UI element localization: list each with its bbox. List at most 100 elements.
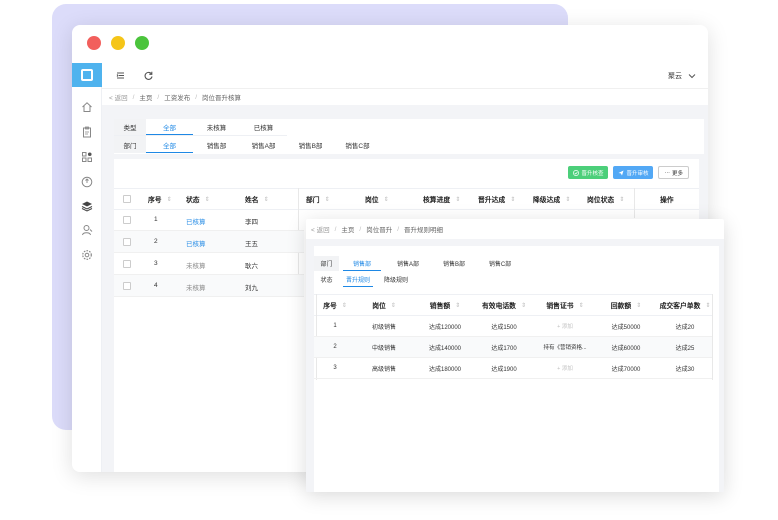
secondary-breadcrumb-home[interactable]: 主页	[341, 224, 354, 234]
promote-check-button[interactable]: 晋升核查	[568, 166, 609, 179]
rules-row-add-cert[interactable]: + 添加	[536, 316, 594, 336]
rules-header-no[interactable]: 序号 ⇕	[317, 295, 353, 315]
secondary-breadcrumb-promotion[interactable]: 岗位晋升	[366, 224, 392, 234]
select-all-checkbox[interactable]	[123, 195, 131, 203]
rules-row-sales: 达成180000	[428, 366, 462, 373]
rules-row-payment: 达成50000	[611, 324, 641, 331]
user-name[interactable]: 聚云	[668, 71, 682, 81]
row-no: 1	[154, 216, 158, 223]
back-link[interactable]: < 返回	[109, 92, 128, 102]
row-no: 3	[154, 260, 158, 267]
dept-filter-label: 部门	[114, 136, 146, 153]
header-post[interactable]: 岗位 ⇕	[365, 194, 389, 205]
breadcrumb-item-home[interactable]: 主页	[139, 92, 152, 102]
rules-row-calls: 达成1900	[491, 366, 517, 373]
dept-option-sales-a[interactable]: 销售A部	[240, 136, 287, 153]
layers-icon[interactable]	[81, 200, 93, 212]
header-dept[interactable]: 部门 ⇕	[306, 194, 330, 205]
dept-filter-row: 部门 全部 销售部 销售A部 销售B部 销售C部	[114, 136, 381, 153]
table-row[interactable]: 1 已核算 李四	[114, 209, 304, 231]
type-option-all[interactable]: 全部	[146, 119, 193, 135]
rules-row-add-cert[interactable]: + 添加	[536, 358, 594, 378]
secondary-status-row: 状态 晋升规则 降级规则	[314, 272, 415, 287]
secondary-dept-sales-c[interactable]: 销售C部	[477, 256, 523, 271]
rules-header-post[interactable]: 岗位 ⇕	[358, 295, 410, 315]
breadcrumb: < 返回 / 主页 / 工资发布 / 岗位晋升核算	[109, 92, 242, 103]
rules-header-payment[interactable]: 回款额 ⇕	[598, 295, 654, 315]
rules-row-no: 1	[333, 323, 337, 329]
filter-panel: 类型 全部 未核算 已核算 部门 全部 销售部 销售A部 销售B部 销售C部	[114, 119, 704, 154]
sidebar	[72, 63, 102, 472]
header-post-status[interactable]: 岗位状态 ⇕	[587, 194, 624, 205]
type-option-uncalculated[interactable]: 未核算	[193, 119, 240, 135]
rules-row-post: 中级销售	[371, 345, 396, 352]
rules-header-sales[interactable]: 销售额 ⇕	[418, 295, 472, 315]
rules-header-calls[interactable]: 有效电话数 ⇕	[474, 295, 534, 315]
rules-table-header: 序号 ⇕ 岗位 ⇕ 销售额 ⇕ 有效电话数 ⇕ 销售证书 ⇕ 回款额 ⇕ 成交客户单数 ⇕	[314, 294, 712, 316]
breadcrumb-item-current: 岗位晋升核算	[202, 95, 242, 102]
secondary-breadcrumb: < 返回 / 主页 / 岗位晋升 / 晋升规则明细	[311, 224, 444, 235]
rule-tab-demotion[interactable]: 降级规则	[377, 272, 415, 287]
rules-header-deals[interactable]: 成交客户单数 ⇕	[654, 295, 716, 315]
header-progress[interactable]: 核算进度 ⇕	[423, 194, 460, 205]
promotion-rules-window: < 返回 / 主页 / 岗位晋升 / 晋升规则明细 部门 销售部 销售A部 销售…	[306, 219, 724, 492]
table-row[interactable]: 3 未核算 耿六	[114, 253, 304, 275]
header-status[interactable]: 状态 ⇕	[186, 194, 210, 205]
apps-grid-icon[interactable]	[81, 151, 93, 163]
chevron-down-icon[interactable]	[688, 72, 696, 80]
header-promotion[interactable]: 晋升达成 ⇕	[478, 194, 515, 205]
secondary-dept-sales-b[interactable]: 销售B部	[431, 256, 477, 271]
secondary-dept-sales-a[interactable]: 销售A部	[385, 256, 431, 271]
settings-gear-icon[interactable]	[81, 249, 93, 261]
close-window-button[interactable]	[87, 36, 101, 50]
rules-row-cert: 持有《营销资格...	[543, 345, 587, 351]
table-row[interactable]: 2 已核算 王五	[114, 231, 304, 253]
row-no: 4	[154, 282, 158, 289]
type-option-calculated[interactable]: 已核算	[240, 119, 287, 135]
rules-header-cert[interactable]: 销售证书 ⇕	[536, 295, 594, 315]
row-status: 未核算	[186, 285, 206, 292]
rules-table-row[interactable]: 1 初级销售 达成120000 达成1500 + 添加 达成50000 达成20	[314, 316, 712, 337]
header-name[interactable]: 姓名 ⇕	[245, 194, 269, 205]
row-checkbox[interactable]	[123, 216, 131, 224]
header-no[interactable]: 序号 ⇕	[148, 194, 172, 205]
refresh-icon[interactable]	[143, 70, 154, 81]
dept-option-sales[interactable]: 销售部	[193, 136, 240, 153]
info-circle-icon[interactable]	[81, 176, 93, 188]
rules-row-deals: 达成20	[675, 324, 695, 331]
rule-tab-promotion[interactable]: 晋升规则	[339, 272, 377, 287]
promote-approve-button[interactable]: 晋升审核	[613, 166, 654, 179]
user-icon[interactable]	[81, 224, 93, 236]
secondary-back-link[interactable]: < 返回	[311, 224, 330, 234]
minimize-window-button[interactable]	[111, 36, 125, 50]
menu-collapse-icon[interactable]	[115, 70, 126, 81]
home-icon[interactable]	[81, 101, 93, 113]
clipboard-icon[interactable]	[81, 126, 93, 138]
check-circle-icon	[573, 169, 580, 176]
top-bar: 聚云	[102, 63, 708, 89]
breadcrumb-item-payroll[interactable]: 工资发布	[164, 92, 190, 102]
row-status: 已核算	[186, 219, 206, 226]
dept-option-sales-c[interactable]: 销售C部	[334, 136, 381, 153]
more-button[interactable]: ··· 更多	[658, 166, 689, 179]
maximize-window-button[interactable]	[135, 36, 149, 50]
table-row[interactable]: 4 未核算 刘九	[114, 275, 304, 297]
secondary-dept-sales[interactable]: 销售部	[339, 256, 385, 271]
row-checkbox[interactable]	[123, 282, 131, 290]
row-name: 耿六	[245, 263, 258, 270]
header-demotion[interactable]: 降级达成 ⇕	[533, 194, 570, 205]
header-operation: 操作	[660, 197, 674, 204]
rules-row-post: 高级销售	[371, 366, 396, 373]
rules-table-row[interactable]: 3 高级销售 达成180000 达成1900 + 添加 达成70000 达成30	[314, 358, 712, 379]
dept-option-sales-b[interactable]: 销售B部	[287, 136, 334, 153]
rules-row-no: 3	[333, 365, 337, 371]
row-checkbox[interactable]	[123, 260, 131, 268]
dept-option-all[interactable]: 全部	[146, 136, 193, 153]
table-header: 序号 ⇕ 状态 ⇕ 姓名 ⇕ 部门 ⇕ 岗位 ⇕ 核算进度 ⇕ 晋升达成 ⇕ 降级达成 ⇕ 岗位…	[114, 188, 699, 210]
type-filter-row: 类型 全部 未核算 已核算	[114, 119, 287, 136]
rules-table-row[interactable]: 2 中级销售 达成140000 达成1700 持有《营销资格... 达成6000…	[314, 337, 712, 358]
rules-row-sales: 达成140000	[428, 345, 462, 352]
rules-row-sales: 达成120000	[428, 324, 462, 331]
rules-row-payment: 达成70000	[611, 366, 641, 373]
row-checkbox[interactable]	[123, 238, 131, 246]
